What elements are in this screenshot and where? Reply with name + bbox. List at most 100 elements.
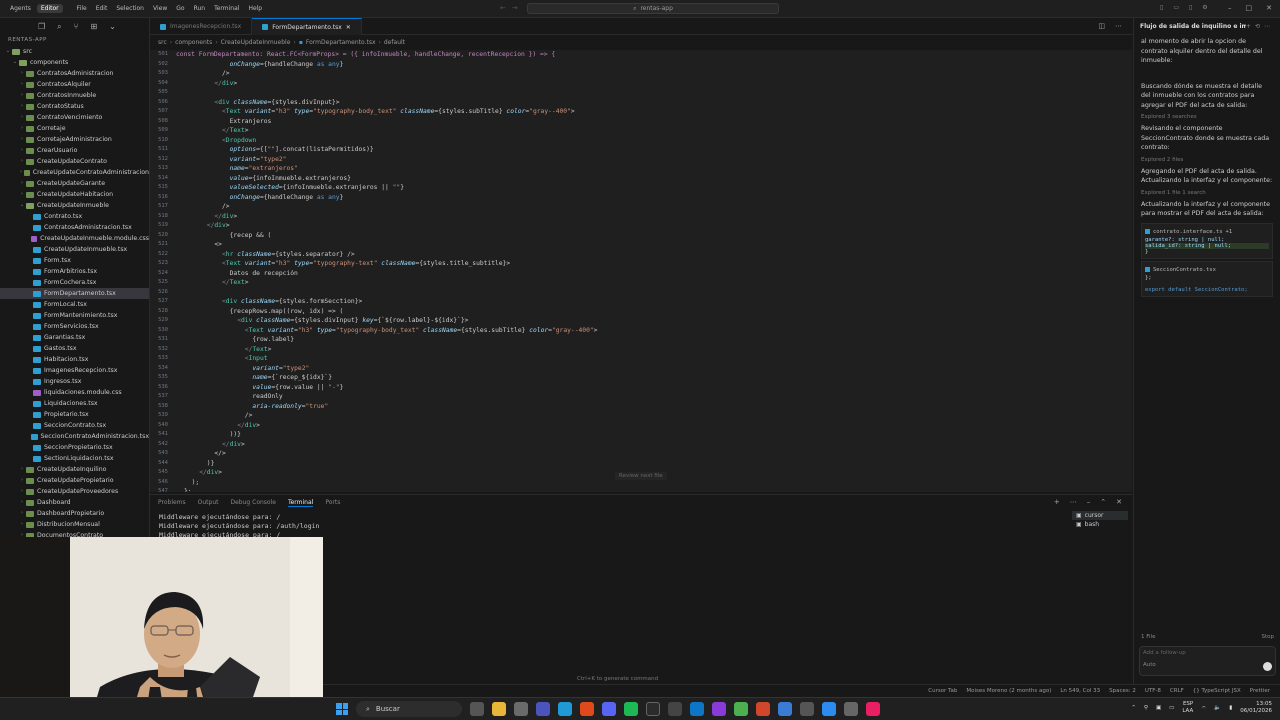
folder-item[interactable]: › CreateUpdatePropietario — [0, 475, 149, 486]
folder-item[interactable]: › Dashboard — [0, 497, 149, 508]
menu-go[interactable]: Go — [176, 5, 184, 12]
power-icon[interactable]: ▮ — [1229, 705, 1232, 711]
split-editor-icon[interactable]: ◫ — [1098, 22, 1105, 30]
settings-icon[interactable]: ⚙ — [1202, 4, 1207, 11]
menu-terminal[interactable]: Terminal — [214, 5, 239, 12]
app-icon[interactable] — [800, 702, 814, 716]
file-item[interactable]: SeccionPropietario.tsx — [0, 442, 149, 453]
workspace-title[interactable]: RENTAS-APP — [0, 34, 149, 46]
breadcrumb-item[interactable]: default — [384, 39, 405, 46]
toggle-panel-icon[interactable]: ▭ — [1173, 4, 1179, 11]
vscode-icon[interactable] — [690, 702, 704, 716]
folder-item[interactable]: › CreateUpdateContrato — [0, 156, 149, 167]
command-center[interactable]: ⌕ rentas-app — [527, 3, 779, 14]
file-item[interactable]: FormServicios.tsx — [0, 321, 149, 332]
extensions-icon[interactable]: ⊞ — [90, 22, 97, 31]
file-item[interactable]: Ingresos.tsx — [0, 376, 149, 387]
breadcrumb-item[interactable]: FormDepartamento.tsx — [306, 39, 376, 46]
clock[interactable]: 13:05 06/01/2026 — [1240, 701, 1272, 715]
file-item[interactable]: CreateUpdateInmueble.module.css — [0, 233, 149, 244]
file-explorer-icon[interactable] — [492, 702, 506, 716]
chat-file-header[interactable]: SeccionContrato.tsx — [1145, 265, 1269, 275]
nav-arrows[interactable]: ←→ — [500, 4, 524, 12]
chat-explored-note[interactable]: Explored 3 searches — [1134, 112, 1280, 122]
app-tray-icon[interactable]: ▣ — [1156, 705, 1161, 711]
store-icon[interactable] — [514, 702, 528, 716]
file-item[interactable]: Gastos.tsx — [0, 343, 149, 354]
menu-file[interactable]: File — [77, 5, 87, 12]
files-icon[interactable]: ❐ — [38, 22, 45, 31]
brave-icon[interactable] — [580, 702, 594, 716]
mode-switch[interactable]: Agents Editor — [6, 4, 63, 13]
code-editor[interactable]: 501 const FormDepartamento: React.FC<Form… — [150, 50, 1132, 492]
chat-explored-note[interactable]: Explored 1 file 1 search — [1134, 188, 1280, 198]
file-item[interactable]: Form.tsx — [0, 255, 149, 266]
file-item[interactable]: SeccionContratoAdministracion.tsx — [0, 431, 149, 442]
edge-icon[interactable] — [558, 702, 572, 716]
minimize-panel-icon[interactable]: – — [1087, 498, 1091, 506]
files-changed-badge[interactable]: 1 File — [1141, 634, 1155, 640]
menu-help[interactable]: Help — [248, 5, 262, 12]
folder-item[interactable]: › CreateUpdateProveedores — [0, 486, 149, 497]
file-item[interactable]: ContratosAdministracion.tsx — [0, 222, 149, 233]
file-item[interactable]: SeccionContrato.tsx — [0, 420, 149, 431]
maximize-icon[interactable]: □ — [1246, 4, 1253, 12]
file-item[interactable]: Propietario.tsx — [0, 409, 149, 420]
tiktok-icon[interactable] — [866, 702, 880, 716]
new-terminal-icon[interactable]: + — [1054, 498, 1060, 506]
start-button-icon[interactable] — [336, 703, 348, 715]
app-icon[interactable] — [734, 702, 748, 716]
app-icon[interactable] — [712, 702, 726, 716]
toggle-sidebar-icon[interactable]: ▯ — [1160, 4, 1163, 11]
chat-input-box[interactable]: Add a follow-up Auto — [1139, 646, 1276, 676]
wifi-icon[interactable]: ⌔ — [1201, 705, 1206, 712]
folder-item[interactable]: › CorretajeAdministracion — [0, 134, 149, 145]
folder-item[interactable]: › CreateUpdateInquilino — [0, 464, 149, 475]
file-item[interactable]: FormMantenimiento.tsx — [0, 310, 149, 321]
volume-icon[interactable]: 🔈 — [1214, 705, 1221, 711]
status-cursor-tab[interactable]: Cursor Tab — [928, 688, 957, 694]
app-icon[interactable] — [778, 702, 792, 716]
taskbar-search[interactable]: ⌕ Buscar — [356, 701, 462, 717]
file-item[interactable]: CreateUpdateInmueble.tsx — [0, 244, 149, 255]
task-view-icon[interactable] — [470, 702, 484, 716]
app-icon[interactable] — [756, 702, 770, 716]
more-icon[interactable]: ⋯ — [1070, 498, 1077, 506]
close-tab-icon[interactable]: ✕ — [346, 24, 351, 31]
file-item[interactable]: FormDepartamento.tsx — [0, 288, 149, 299]
tab-debug-console[interactable]: Debug Console — [231, 499, 276, 507]
tab-terminal[interactable]: Terminal — [287, 499, 314, 507]
chat-header-icons[interactable]: +⟲⋯ — [1246, 23, 1274, 30]
file-item[interactable]: Habitacion.tsx — [0, 354, 149, 365]
app-icon[interactable] — [668, 702, 682, 716]
close-window-icon[interactable]: ✕ — [1266, 4, 1272, 12]
status-eol[interactable]: CRLF — [1170, 688, 1184, 694]
menu-selection[interactable]: Selection — [116, 5, 144, 12]
folder-item[interactable]: › CreateUpdateContratoAdministracion — [0, 167, 149, 178]
file-item[interactable]: Garantias.tsx — [0, 332, 149, 343]
terminal-output[interactable]: Middleware ejecutándose para: / Middlewa… — [150, 513, 1132, 540]
discord-icon[interactable] — [602, 702, 616, 716]
status-language[interactable]: {} TypeScript JSX — [1193, 688, 1241, 694]
mode-selector[interactable]: Auto — [1143, 662, 1156, 671]
send-button[interactable] — [1263, 662, 1272, 671]
file-item[interactable]: FormArbitrios.tsx — [0, 266, 149, 277]
editor-mode-tab[interactable]: Editor — [36, 4, 63, 13]
breadcrumb-item[interactable]: CreateUpdateInmueble — [221, 39, 291, 46]
review-next-file-button[interactable]: Review next file — [615, 472, 667, 480]
stop-button[interactable]: Stop — [1261, 634, 1274, 640]
folder-item[interactable]: › CreateUpdateHabitacion — [0, 189, 149, 200]
folder-item[interactable]: ⌄ CreateUpdateInmueble — [0, 200, 149, 211]
folder-item[interactable]: › ContratosInmueble — [0, 90, 149, 101]
tab-form-departamento[interactable]: FormDepartamento.tsx ✕ — [252, 18, 362, 35]
language-indicator[interactable]: ESP LAA — [1182, 701, 1193, 715]
battery-icon[interactable]: ▭ — [1169, 705, 1174, 711]
terminal-item-bash[interactable]: ▣ bash — [1072, 520, 1128, 529]
menu-view[interactable]: View — [153, 5, 167, 12]
status-position[interactable]: Ln 549, Col 33 — [1060, 688, 1100, 694]
tab-imagenes-recepcion[interactable]: ImagenesRecepcion.tsx — [150, 18, 253, 35]
file-item[interactable]: FormLocal.tsx — [0, 299, 149, 310]
breadcrumb-item[interactable]: src — [158, 39, 167, 46]
search-files-icon[interactable]: ⌕ — [57, 22, 61, 31]
chat-explored-note[interactable]: Explored 2 files — [1134, 155, 1280, 165]
